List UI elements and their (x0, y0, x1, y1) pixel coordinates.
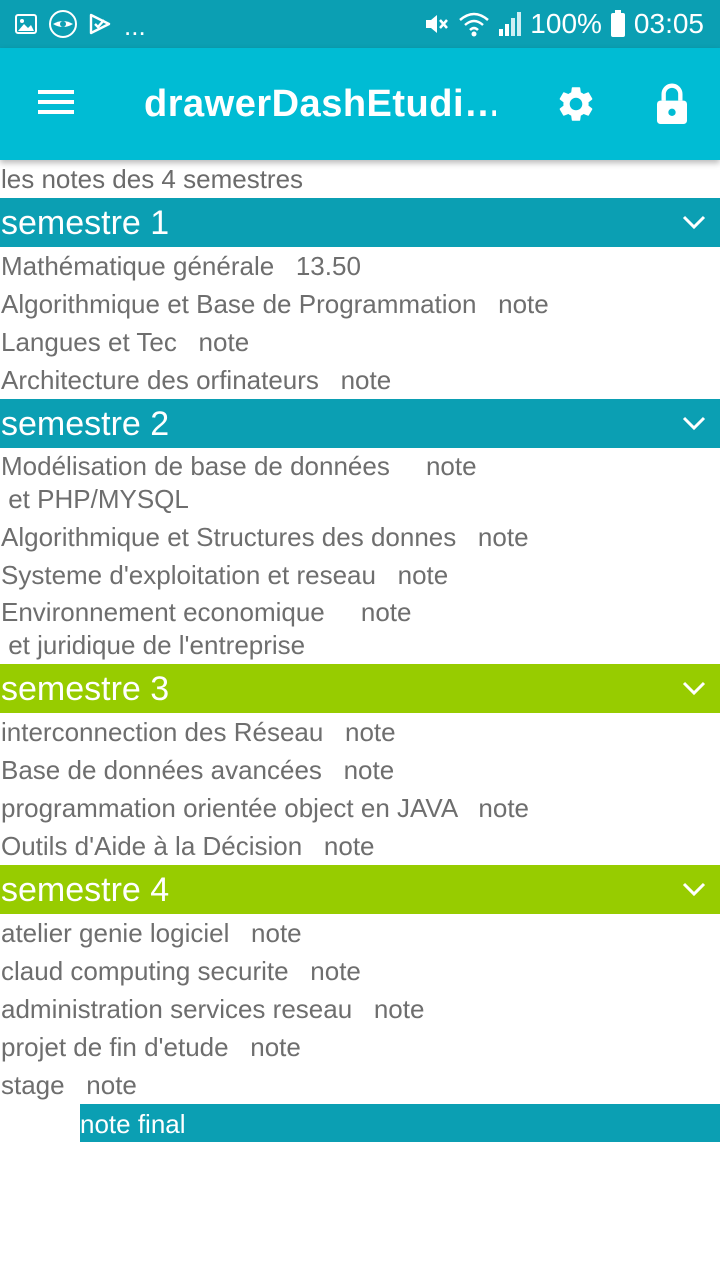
menu-button[interactable] (20, 74, 92, 130)
lock-icon (657, 83, 687, 124)
grade-row: programmation orientée object en JAVA no… (1, 793, 530, 823)
grade-row: Langues et Tec note (1, 327, 250, 357)
image-icon (14, 12, 38, 36)
grade-row: atelier genie logiciel note (1, 918, 302, 948)
semester-3-header[interactable]: semestre 3 (0, 664, 720, 713)
notification-icons: ... (14, 9, 146, 41)
clock: 03:05 (633, 8, 704, 39)
settings-button[interactable] (548, 76, 604, 132)
grade-row: interconnection des Réseau note (1, 717, 396, 747)
signal-icon (498, 11, 522, 37)
chevron-down-icon (682, 416, 706, 431)
wifi-icon (458, 10, 490, 38)
gear-icon (559, 87, 593, 121)
semester-title: semestre 1 (1, 204, 170, 242)
semester-title: semestre 3 (1, 670, 170, 708)
chevron-down-icon (682, 681, 706, 696)
chevron-down-icon (682, 215, 706, 230)
app-bar: drawerDashEtudi… (0, 48, 720, 160)
grade-row: projet de fin d'etude note (1, 1032, 301, 1062)
grade-row: Mathématique générale 13.50 (1, 251, 361, 281)
semester-title: semestre 4 (1, 871, 170, 909)
app-logo-icon (48, 9, 78, 39)
grade-row: Base de données avancées note (1, 755, 395, 785)
app-title: drawerDashEtudi… (144, 83, 496, 125)
grade-row: administration services reseau note (1, 994, 425, 1024)
grade-row: stage note (1, 1070, 137, 1100)
semester-2-header[interactable]: semestre 2 (0, 399, 720, 448)
battery-icon (610, 10, 626, 38)
grade-row: Algorithmique et Base de Programmation n… (1, 289, 549, 319)
grade-row: Architecture des orfinateurs note (1, 365, 392, 395)
lock-button[interactable] (644, 76, 700, 132)
semester-title: semestre 2 (1, 405, 170, 443)
grade-row: Environnement economique note et juridiq… (1, 597, 412, 660)
checkmark-notification-icon (88, 12, 112, 36)
status-bar: ... 100% 03:05 (0, 0, 720, 48)
notes-content: les notes des 4 semestres semestre 1 Mat… (0, 160, 720, 1142)
system-icons: 100% 03:05 (422, 8, 704, 40)
grade-row: claud computing securite note (1, 956, 361, 986)
grade-row: Algorithmique et Structures des donnes n… (1, 522, 529, 552)
final-grade-bar: note final (80, 1104, 720, 1142)
intro-text: les notes des 4 semestres (1, 164, 304, 194)
chevron-down-icon (682, 882, 706, 897)
semester-1-header[interactable]: semestre 1 (0, 198, 720, 247)
more-notifications: ... (124, 11, 146, 41)
battery-percent: 100% (530, 8, 602, 39)
menu-icon (38, 90, 74, 114)
grade-row: Modélisation de base de données note et … (1, 451, 477, 514)
semester-4-header[interactable]: semestre 4 (0, 865, 720, 914)
grade-row: Outils d'Aide à la Décision note (1, 831, 375, 861)
mute-icon (422, 10, 450, 38)
grade-row: Systeme d'exploitation et reseau note (1, 560, 449, 590)
